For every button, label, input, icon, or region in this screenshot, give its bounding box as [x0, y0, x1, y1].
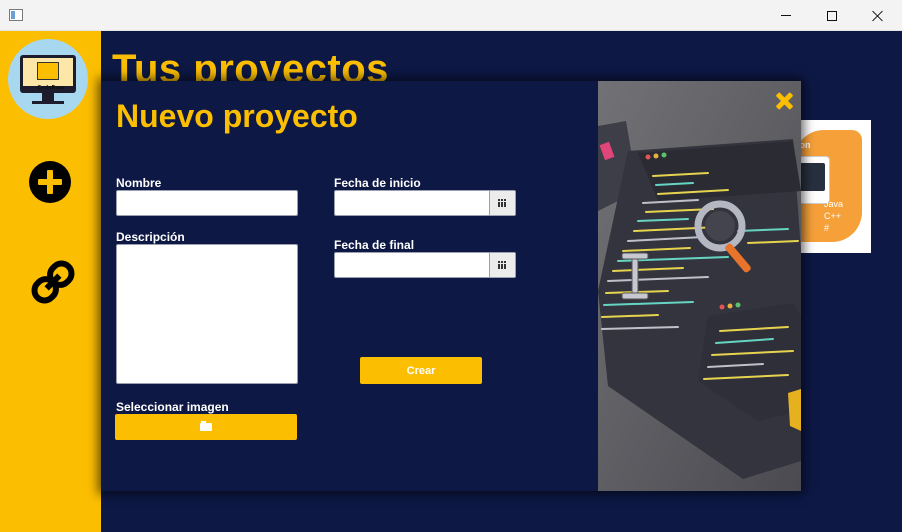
calendar-icon	[498, 199, 507, 207]
start-date-label: Fecha de inicio	[334, 176, 421, 190]
start-date-picker[interactable]	[334, 190, 516, 216]
select-image-button[interactable]	[115, 414, 297, 440]
sidebar: CodeRoar	[0, 31, 101, 532]
select-image-label: Seleccionar imagen	[116, 400, 229, 414]
plus-circle-icon[interactable]	[29, 161, 71, 203]
description-field[interactable]	[116, 244, 298, 384]
create-button[interactable]: Crear	[360, 357, 482, 384]
name-input[interactable]	[117, 191, 297, 215]
description-input[interactable]	[117, 245, 297, 383]
end-date-label: Fecha de final	[334, 238, 415, 252]
app-logo: CodeRoar	[8, 39, 88, 119]
name-field[interactable]	[116, 190, 298, 216]
code-illustration-image	[598, 81, 801, 491]
name-label: Nombre	[116, 176, 162, 190]
end-date-input[interactable]	[335, 253, 489, 277]
start-date-input[interactable]	[335, 191, 489, 215]
close-icon	[872, 10, 884, 22]
logo-text: CodeRoar	[37, 85, 65, 91]
maximize-button[interactable]	[809, 0, 855, 31]
card-languages: Java C++ #	[824, 199, 844, 233]
monitor-illustration: CodeRoar	[20, 55, 76, 93]
end-date-picker[interactable]	[334, 252, 516, 278]
app-area: CodeRoar Tus proyectos hon Java C++ # Nu	[0, 31, 902, 532]
app-window-icon	[9, 9, 23, 21]
link-icon[interactable]	[28, 257, 78, 307]
minimize-icon	[781, 15, 791, 16]
end-date-calendar-button[interactable]	[489, 253, 515, 277]
window-titlebar	[0, 0, 902, 31]
new-project-dialog: Nuevo proyecto Nombre Descripción Fecha …	[101, 81, 801, 491]
close-x-icon[interactable]	[774, 91, 794, 111]
dialog-title: Nuevo proyecto	[116, 98, 358, 134]
maximize-icon	[827, 10, 837, 21]
minimize-button[interactable]	[763, 0, 809, 31]
close-window-button[interactable]	[855, 0, 901, 31]
description-label: Descripción	[116, 230, 185, 244]
calendar-icon	[498, 261, 507, 269]
folder-icon	[200, 421, 212, 431]
start-date-calendar-button[interactable]	[489, 191, 515, 215]
